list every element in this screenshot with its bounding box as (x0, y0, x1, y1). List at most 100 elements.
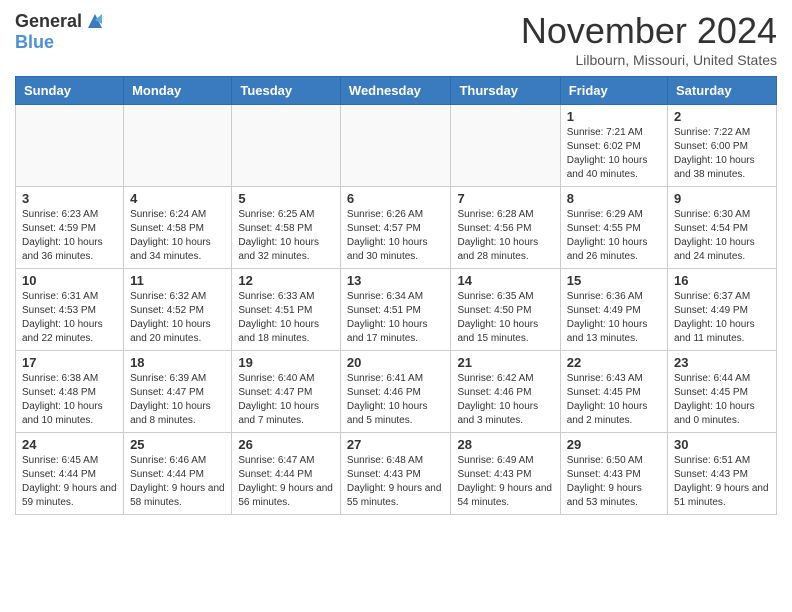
calendar-week-row: 10 Sunrise: 6:31 AM Sunset: 4:53 PM Dayli… (16, 269, 777, 351)
day-number: 6 (347, 191, 445, 206)
day-number: 26 (238, 437, 334, 452)
calendar-header-thursday: Thursday (451, 77, 560, 105)
day-number: 23 (674, 355, 770, 370)
day-info: Sunrise: 6:42 AM Sunset: 4:46 PM Dayligh… (457, 372, 553, 428)
location: Lilbourn, Missouri, United States (521, 52, 777, 68)
calendar-week-row: 1 Sunrise: 7:21 AM Sunset: 6:02 PM Daylig… (16, 105, 777, 187)
day-number: 19 (238, 355, 334, 370)
day-number: 15 (567, 273, 661, 288)
month-title: November 2024 (521, 10, 777, 52)
day-number: 1 (567, 109, 661, 124)
calendar-cell: 23 Sunrise: 6:44 AM Sunset: 4:45 PM Dayli… (668, 351, 777, 433)
day-info: Sunrise: 6:37 AM Sunset: 4:49 PM Dayligh… (674, 290, 770, 346)
calendar-cell: 3 Sunrise: 6:23 AM Sunset: 4:59 PM Daylig… (16, 187, 124, 269)
calendar-cell (16, 105, 124, 187)
calendar-header-row: SundayMondayTuesdayWednesdayThursdayFrid… (16, 77, 777, 105)
logo-icon (84, 10, 106, 32)
calendar-cell: 15 Sunrise: 6:36 AM Sunset: 4:49 PM Dayli… (560, 269, 667, 351)
calendar-cell: 11 Sunrise: 6:32 AM Sunset: 4:52 PM Dayli… (124, 269, 232, 351)
day-info: Sunrise: 6:41 AM Sunset: 4:46 PM Dayligh… (347, 372, 445, 428)
day-info: Sunrise: 6:36 AM Sunset: 4:49 PM Dayligh… (567, 290, 661, 346)
header: General Blue November 2024 Lilbourn, Mis… (15, 10, 777, 68)
day-number: 27 (347, 437, 445, 452)
calendar-cell: 12 Sunrise: 6:33 AM Sunset: 4:51 PM Dayli… (232, 269, 341, 351)
day-number: 7 (457, 191, 553, 206)
day-info: Sunrise: 6:44 AM Sunset: 4:45 PM Dayligh… (674, 372, 770, 428)
day-info: Sunrise: 6:38 AM Sunset: 4:48 PM Dayligh… (22, 372, 117, 428)
calendar-cell: 16Sunrise: 6:37 AM Sunset: 4:49 PM Dayli… (668, 269, 777, 351)
day-info: Sunrise: 6:49 AM Sunset: 4:43 PM Dayligh… (457, 454, 553, 510)
day-info: Sunrise: 6:47 AM Sunset: 4:44 PM Dayligh… (238, 454, 334, 510)
day-number: 8 (567, 191, 661, 206)
calendar-week-row: 3 Sunrise: 6:23 AM Sunset: 4:59 PM Daylig… (16, 187, 777, 269)
day-number: 30 (674, 437, 770, 452)
day-info: Sunrise: 6:26 AM Sunset: 4:57 PM Dayligh… (347, 208, 445, 264)
calendar-cell (340, 105, 451, 187)
calendar-cell: 30Sunrise: 6:51 AM Sunset: 4:43 PM Dayli… (668, 433, 777, 515)
day-info: Sunrise: 6:50 AM Sunset: 4:43 PM Dayligh… (567, 454, 661, 510)
day-number: 12 (238, 273, 334, 288)
calendar-cell: 5Sunrise: 6:25 AM Sunset: 4:58 PM Daylig… (232, 187, 341, 269)
day-info: Sunrise: 6:31 AM Sunset: 4:53 PM Dayligh… (22, 290, 117, 346)
logo: General Blue (15, 10, 106, 53)
day-info: Sunrise: 6:33 AM Sunset: 4:51 PM Dayligh… (238, 290, 334, 346)
calendar-header-monday: Monday (124, 77, 232, 105)
calendar-header-sunday: Sunday (16, 77, 124, 105)
calendar-cell: 8 Sunrise: 6:29 AM Sunset: 4:55 PM Daylig… (560, 187, 667, 269)
day-info: Sunrise: 6:48 AM Sunset: 4:43 PM Dayligh… (347, 454, 445, 510)
logo-general-text: General (15, 11, 82, 32)
day-info: Sunrise: 6:40 AM Sunset: 4:47 PM Dayligh… (238, 372, 334, 428)
day-number: 10 (22, 273, 117, 288)
calendar-header-wednesday: Wednesday (340, 77, 451, 105)
calendar-cell: 19 Sunrise: 6:40 AM Sunset: 4:47 PM Dayli… (232, 351, 341, 433)
day-number: 21 (457, 355, 553, 370)
day-number: 14 (457, 273, 553, 288)
day-number: 18 (130, 355, 225, 370)
calendar-cell: 18Sunrise: 6:39 AM Sunset: 4:47 PM Dayli… (124, 351, 232, 433)
calendar-cell: 21 Sunrise: 6:42 AM Sunset: 4:46 PM Dayli… (451, 351, 560, 433)
calendar-week-row: 24 Sunrise: 6:45 AM Sunset: 4:44 PM Dayli… (16, 433, 777, 515)
day-info: Sunrise: 6:45 AM Sunset: 4:44 PM Dayligh… (22, 454, 117, 510)
day-info: Sunrise: 6:30 AM Sunset: 4:54 PM Dayligh… (674, 208, 770, 264)
calendar-cell: 2 Sunrise: 7:22 AM Sunset: 6:00 PM Daylig… (668, 105, 777, 187)
calendar-table: SundayMondayTuesdayWednesdayThursdayFrid… (15, 76, 777, 515)
day-number: 9 (674, 191, 770, 206)
calendar-cell: 25 Sunrise: 6:46 AM Sunset: 4:44 PM Dayli… (124, 433, 232, 515)
day-number: 22 (567, 355, 661, 370)
day-number: 11 (130, 273, 225, 288)
calendar-cell: 27 Sunrise: 6:48 AM Sunset: 4:43 PM Dayli… (340, 433, 451, 515)
day-info: Sunrise: 7:22 AM Sunset: 6:00 PM Dayligh… (674, 126, 770, 182)
day-number: 5 (238, 191, 334, 206)
calendar-cell: 17Sunrise: 6:38 AM Sunset: 4:48 PM Dayli… (16, 351, 124, 433)
calendar-cell: 24 Sunrise: 6:45 AM Sunset: 4:44 PM Dayli… (16, 433, 124, 515)
logo-blue-text: Blue (15, 32, 54, 52)
calendar-header-saturday: Saturday (668, 77, 777, 105)
day-info: Sunrise: 7:21 AM Sunset: 6:02 PM Dayligh… (567, 126, 661, 182)
day-number: 28 (457, 437, 553, 452)
calendar-cell: 26 Sunrise: 6:47 AM Sunset: 4:44 PM Dayli… (232, 433, 341, 515)
day-info: Sunrise: 6:46 AM Sunset: 4:44 PM Dayligh… (130, 454, 225, 510)
day-info: Sunrise: 6:34 AM Sunset: 4:51 PM Dayligh… (347, 290, 445, 346)
day-number: 24 (22, 437, 117, 452)
day-number: 20 (347, 355, 445, 370)
calendar-cell: 29Sunrise: 6:50 AM Sunset: 4:43 PM Dayli… (560, 433, 667, 515)
calendar-cell: 14 Sunrise: 6:35 AM Sunset: 4:50 PM Dayli… (451, 269, 560, 351)
calendar-cell: 20 Sunrise: 6:41 AM Sunset: 4:46 PM Dayli… (340, 351, 451, 433)
calendar-cell: 6 Sunrise: 6:26 AM Sunset: 4:57 PM Daylig… (340, 187, 451, 269)
calendar-cell (124, 105, 232, 187)
day-info: Sunrise: 6:35 AM Sunset: 4:50 PM Dayligh… (457, 290, 553, 346)
day-info: Sunrise: 6:32 AM Sunset: 4:52 PM Dayligh… (130, 290, 225, 346)
day-info: Sunrise: 6:24 AM Sunset: 4:58 PM Dayligh… (130, 208, 225, 264)
day-number: 2 (674, 109, 770, 124)
day-info: Sunrise: 6:29 AM Sunset: 4:55 PM Dayligh… (567, 208, 661, 264)
calendar-header-friday: Friday (560, 77, 667, 105)
calendar-cell: 22Sunrise: 6:43 AM Sunset: 4:45 PM Dayli… (560, 351, 667, 433)
calendar-week-row: 17Sunrise: 6:38 AM Sunset: 4:48 PM Dayli… (16, 351, 777, 433)
day-number: 3 (22, 191, 117, 206)
day-info: Sunrise: 6:23 AM Sunset: 4:59 PM Dayligh… (22, 208, 117, 264)
calendar-cell (232, 105, 341, 187)
day-number: 13 (347, 273, 445, 288)
day-info: Sunrise: 6:28 AM Sunset: 4:56 PM Dayligh… (457, 208, 553, 264)
day-number: 25 (130, 437, 225, 452)
calendar-cell: 28 Sunrise: 6:49 AM Sunset: 4:43 PM Dayli… (451, 433, 560, 515)
